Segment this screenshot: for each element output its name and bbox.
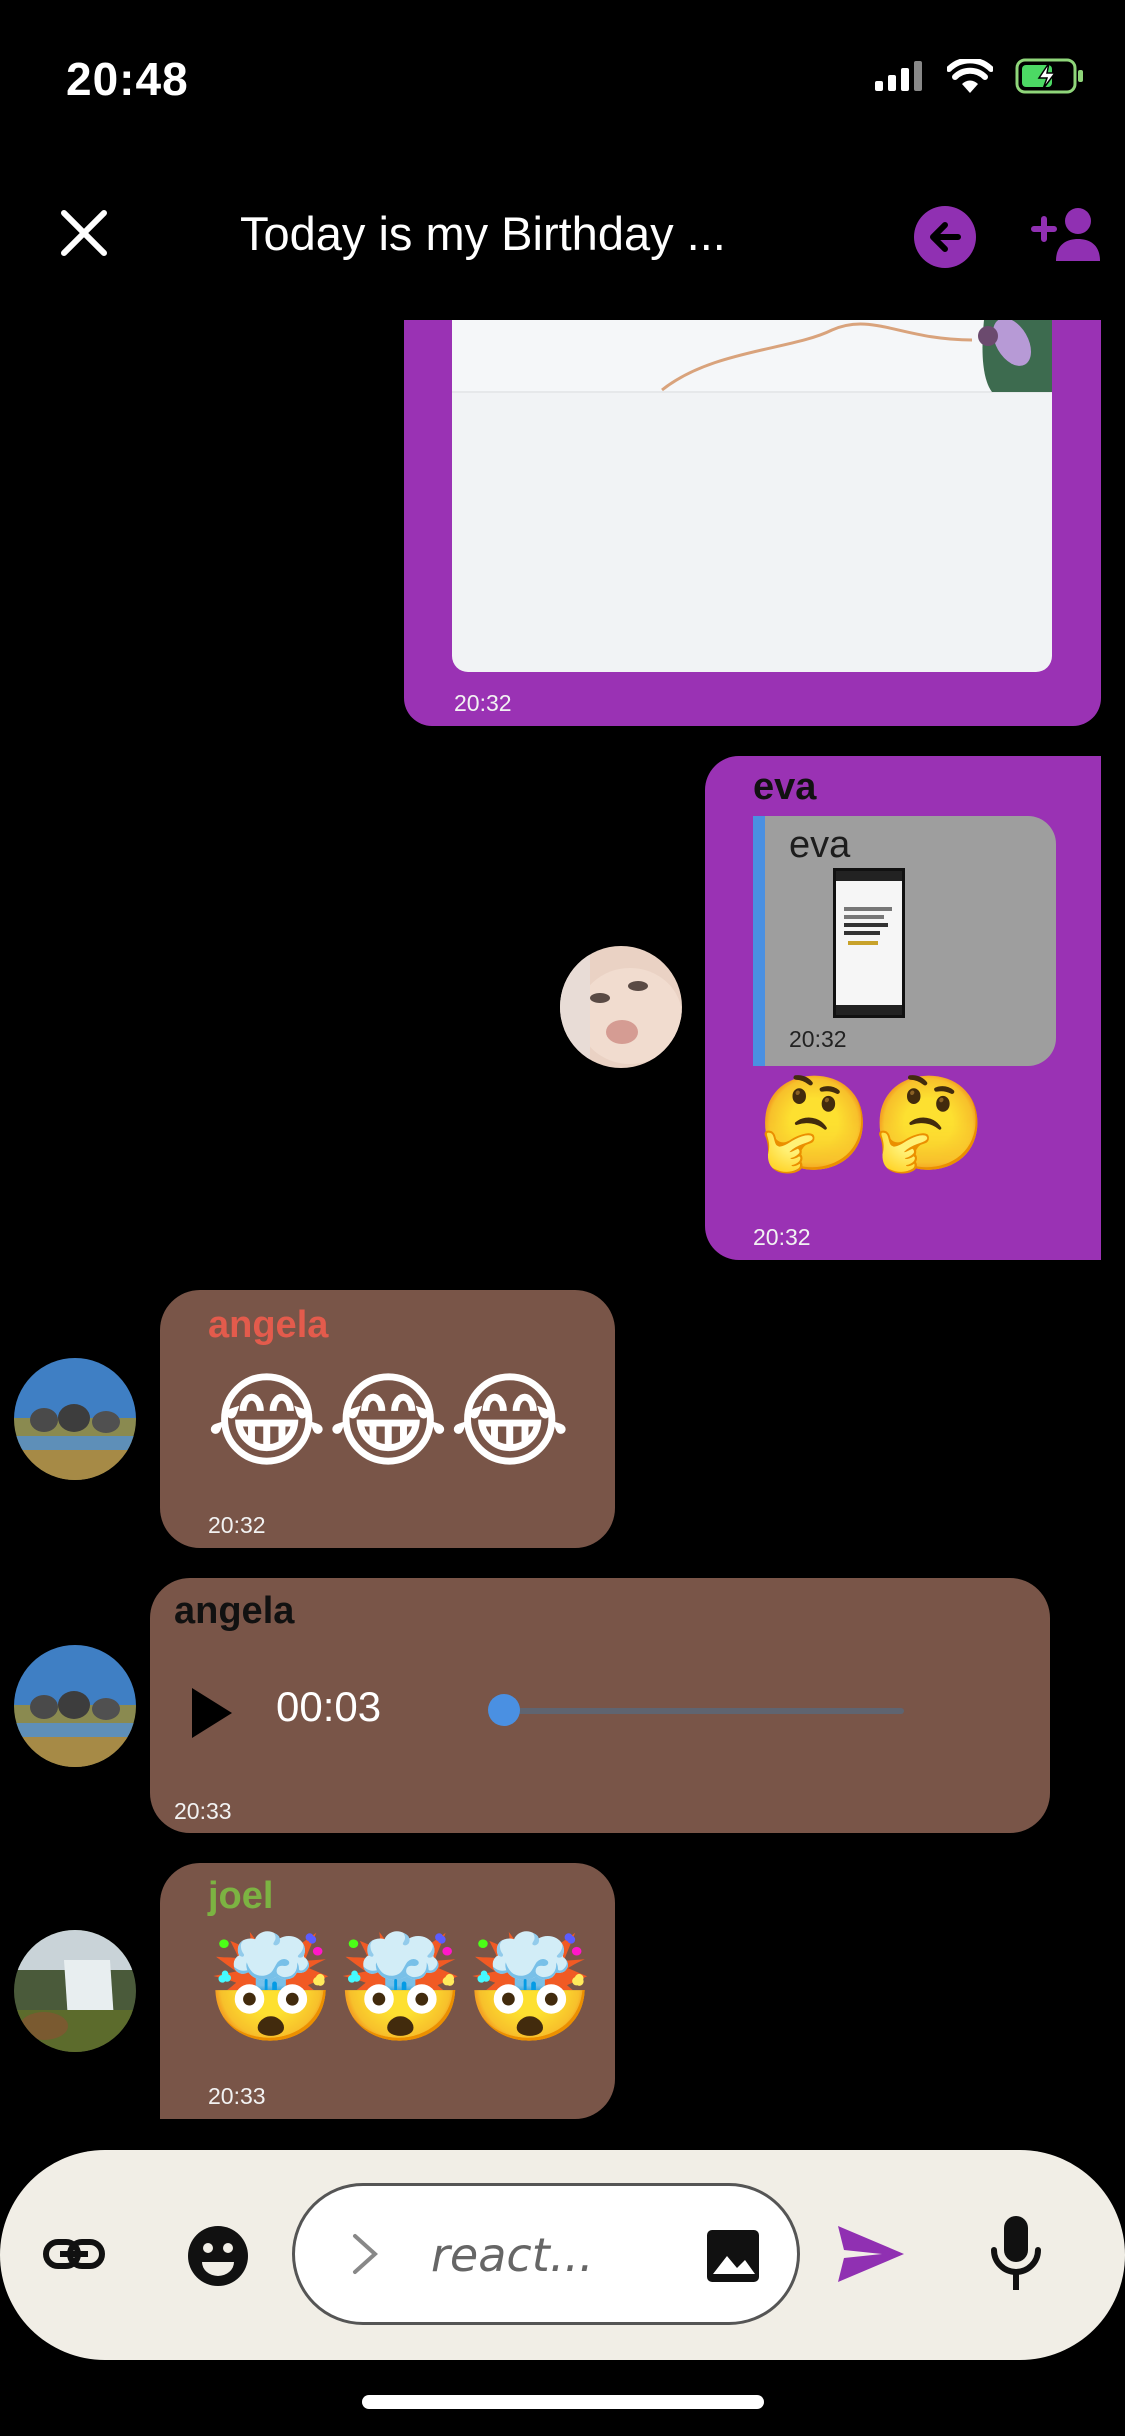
quoted-time: 20:32	[789, 1026, 847, 1052]
message-audio-angela[interactable]: angela 00:03 20:33	[150, 1578, 1050, 1833]
shared-image[interactable]	[452, 320, 1052, 672]
message-image-own[interactable]: 20:32	[404, 320, 1101, 726]
audio-duration: 00:03	[276, 1683, 382, 1730]
sender-name: angela	[208, 1304, 329, 1346]
close-icon[interactable]	[56, 205, 112, 261]
chevron-right-icon[interactable]	[347, 2232, 383, 2276]
sender-name: angela	[174, 1590, 295, 1632]
image-icon[interactable]	[703, 2226, 763, 2286]
emoji-content: 🤔🤔	[757, 1073, 987, 1175]
signal-icon	[875, 61, 922, 91]
audio-progress-knob[interactable]	[488, 1694, 520, 1726]
message-input-container[interactable]	[292, 2183, 800, 2325]
shared-image-content	[452, 320, 1052, 393]
back-arrow-icon	[930, 222, 961, 252]
message-time: 20:32	[454, 690, 512, 716]
chat-title: Today is my Birthday ...	[240, 207, 726, 260]
avatar-image	[560, 946, 682, 1068]
emoji-content: 😂😂😂	[206, 1364, 571, 1480]
add-user-icon[interactable]	[1030, 205, 1102, 263]
back-button[interactable]	[914, 206, 976, 268]
message-input[interactable]	[431, 2222, 651, 2288]
avatar-image	[14, 1930, 136, 2052]
wifi-icon	[947, 59, 993, 93]
sender-name: joel	[208, 1875, 274, 1917]
home-indicator	[362, 2395, 764, 2409]
play-icon[interactable]	[188, 1686, 234, 1740]
emoji-content: 🤯🤯🤯	[206, 1931, 595, 2047]
avatar[interactable]	[560, 946, 682, 1068]
status-time: 20:48	[66, 53, 189, 105]
sender-name: eva	[753, 766, 817, 808]
battery-icon	[1015, 58, 1083, 94]
mic-icon[interactable]	[990, 2214, 1042, 2294]
emoji-icon[interactable]	[186, 2224, 250, 2288]
message-time: 20:32	[208, 1512, 266, 1538]
message-time: 20:32	[753, 1224, 811, 1250]
message-time: 20:33	[208, 2083, 266, 2109]
message-emoji-angela[interactable]: angela 😂😂😂 20:32	[160, 1290, 615, 1548]
status-icons	[875, 58, 1085, 94]
avatar-image	[14, 1645, 136, 1767]
quoted-message[interactable]: eva 20:32	[753, 816, 1056, 1066]
audio-progress-track[interactable]	[500, 1708, 904, 1714]
send-icon[interactable]	[836, 2222, 906, 2286]
avatar[interactable]	[14, 1358, 136, 1480]
quoted-sender: eva	[789, 824, 851, 866]
message-reply-own[interactable]: eva eva 20:32 🤔🤔 20:32	[705, 756, 1101, 1260]
message-composer	[0, 2150, 1125, 2360]
quoted-image-thumbnail	[833, 868, 905, 1018]
avatar-image	[14, 1358, 136, 1480]
message-time: 20:33	[174, 1798, 232, 1824]
avatar[interactable]	[14, 1645, 136, 1767]
link-icon[interactable]	[42, 2222, 106, 2286]
avatar[interactable]	[14, 1930, 136, 2052]
message-emoji-joel[interactable]: joel 🤯🤯🤯 20:33	[160, 1863, 615, 2119]
